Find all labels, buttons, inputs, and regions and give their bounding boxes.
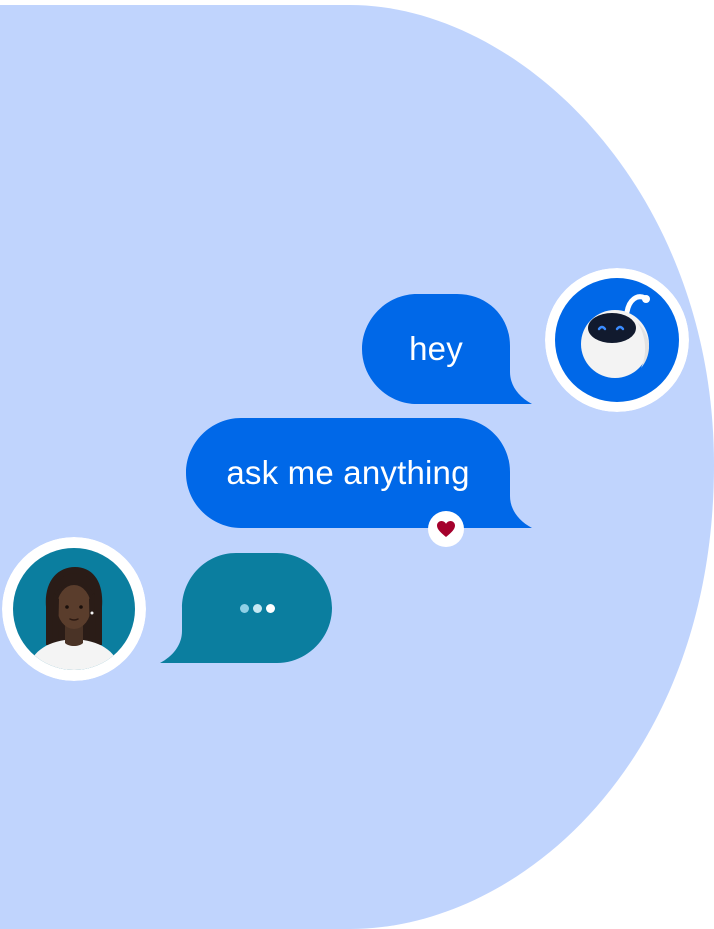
typing-dots — [182, 553, 332, 663]
heart-reaction[interactable] — [428, 511, 464, 547]
typing-dot — [265, 603, 275, 613]
user-avatar[interactable] — [2, 537, 146, 681]
person-icon — [2, 537, 146, 681]
message-text: hey — [409, 330, 463, 367]
heart-icon — [437, 521, 455, 537]
bot-message-bubble: hey — [362, 294, 532, 406]
typing-indicator-bubble — [160, 553, 332, 665]
robot-icon — [545, 268, 689, 412]
bot-message-bubble: ask me anything — [186, 418, 532, 530]
message-text: ask me anything — [226, 454, 470, 491]
typing-dot — [252, 603, 262, 613]
typing-dot — [239, 603, 249, 613]
bot-avatar[interactable] — [545, 268, 689, 412]
